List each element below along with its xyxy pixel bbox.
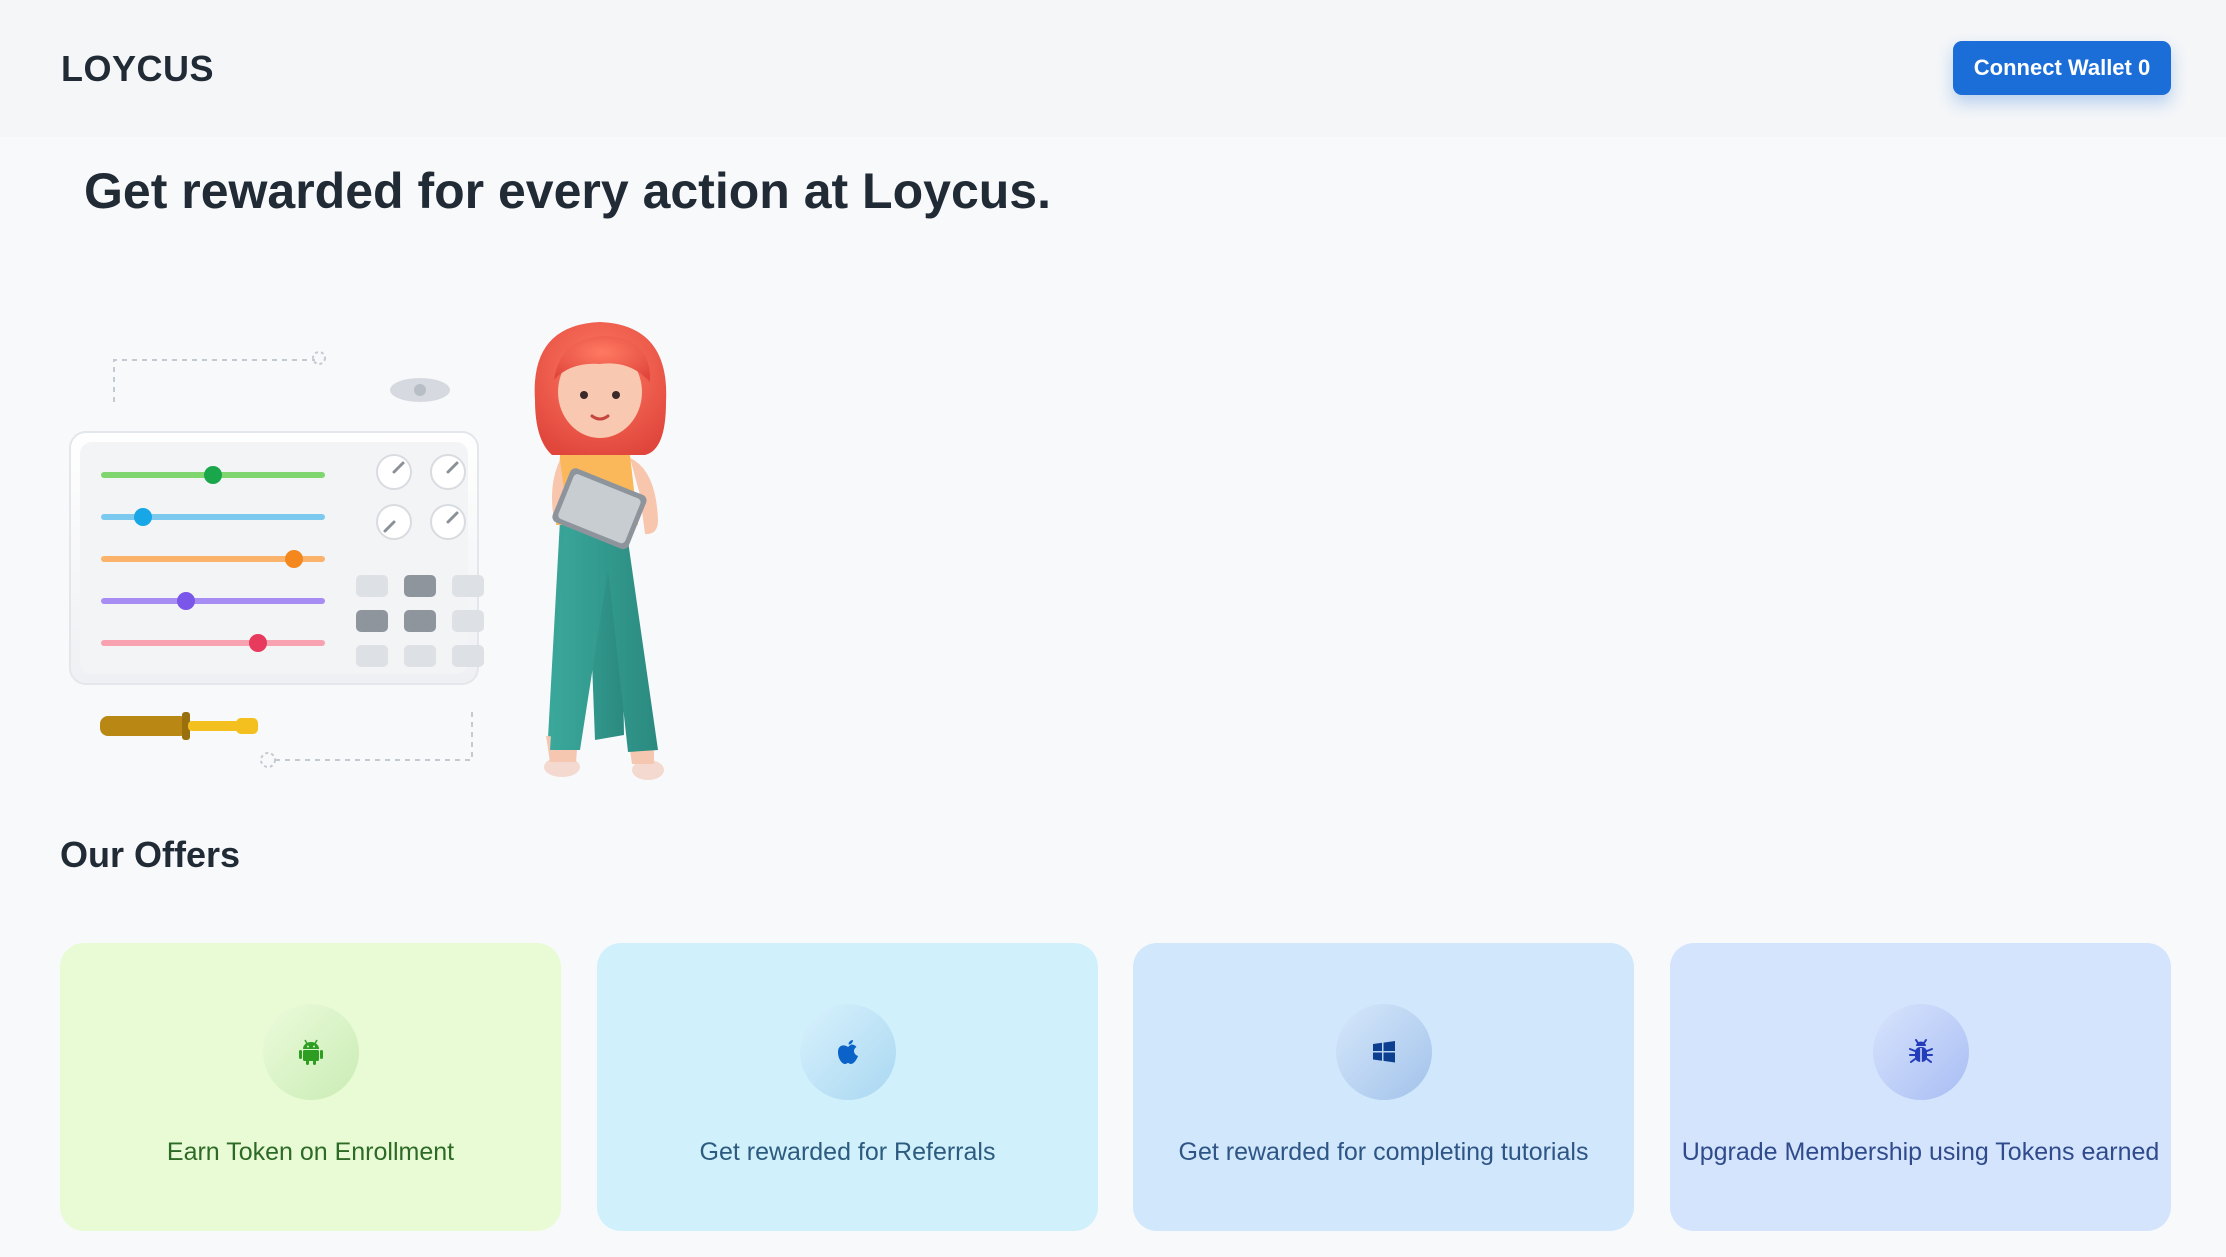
offers-section-title: Our Offers — [60, 834, 241, 875]
offer-card-label: Upgrade Membership using Tokens earned — [1681, 1138, 2160, 1166]
offer-card-tutorials[interactable]: Get rewarded for completing tutorials — [1133, 943, 1634, 1231]
hero-title: Get rewarded for every action at Loycus. — [84, 163, 1051, 219]
offer-card-label: Get rewarded for completing tutorials — [1178, 1138, 1589, 1166]
offers-list: Earn Token on Enrollment Get rewarded fo… — [60, 943, 2171, 1231]
windows-icon — [1335, 1004, 1432, 1100]
offer-card-referrals[interactable]: Get rewarded for Referrals — [597, 943, 1098, 1231]
offer-card-label: Get rewarded for Referrals — [699, 1138, 996, 1166]
android-icon — [262, 1004, 359, 1100]
hero-illustration — [60, 320, 700, 795]
top-bar: LOYCUS Connect Wallet 0 — [0, 0, 2226, 137]
offer-card-enrollment[interactable]: Earn Token on Enrollment — [60, 943, 561, 1231]
offer-card-membership[interactable]: Upgrade Membership using Tokens earned — [1670, 943, 2171, 1231]
connect-wallet-button[interactable]: Connect Wallet 0 — [1953, 41, 2171, 95]
offer-card-label: Earn Token on Enrollment — [166, 1138, 455, 1166]
bug-icon — [1872, 1004, 1969, 1100]
logo[interactable]: LOYCUS — [61, 48, 214, 90]
apple-icon — [799, 1004, 896, 1100]
